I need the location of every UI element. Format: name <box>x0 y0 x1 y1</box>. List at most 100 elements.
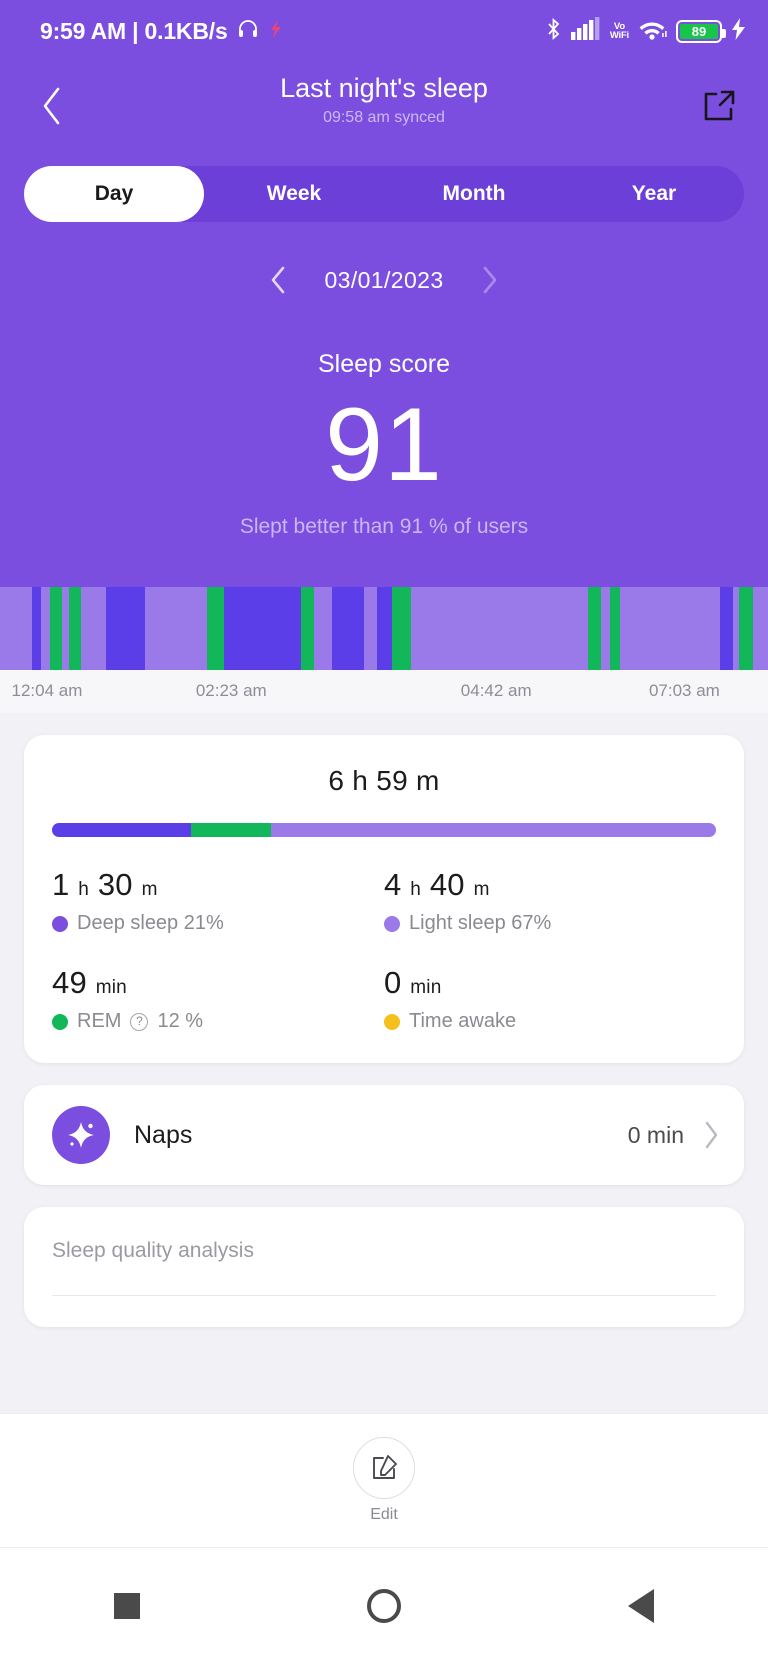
sleep-score-title: Sleep score <box>317 350 451 378</box>
hypnogram-segment-rem <box>739 587 754 670</box>
edit-bar[interactable]: Edit <box>0 1413 768 1547</box>
hypnogram-segment-rem <box>207 587 225 670</box>
naps-label: Naps <box>134 1120 193 1149</box>
sleep-stats-grid: 1 h 30 m Deep sleep 21% 4 h 40 m Light slee… <box>52 867 716 1033</box>
sleep-stage-bar <box>52 823 716 837</box>
hypnogram-segment-deep <box>31 587 41 670</box>
naps-value: 0 min <box>627 1121 684 1148</box>
app-bar: Last night's sleep 09:58 am synced <box>0 62 768 150</box>
back-button[interactable] <box>26 80 78 132</box>
sleep-stat: 0 min Time awake <box>384 965 716 1033</box>
total-sleep-time: 6 h 59 m <box>328 765 440 796</box>
hypnogram-segment-light <box>145 587 208 670</box>
tab-month[interactable]: Month <box>384 166 564 222</box>
naps-chevron-button[interactable] <box>702 1120 720 1150</box>
content-cards: 6 h 59 m 1 h 30 m Deep sleep 21% 4 h 40 m L… <box>0 713 768 1327</box>
edit-pencil-icon <box>373 1455 397 1479</box>
sleep-stat-label: Deep sleep 21% <box>52 912 384 935</box>
date-navigator: 03/01/2023 <box>0 264 768 296</box>
edit-button[interactable] <box>353 1437 415 1499</box>
app-bar-titles: Last night's sleep 09:58 am synced <box>0 70 768 127</box>
sleep-score-block: Sleep score 91 Slept better than 91 % of… <box>0 350 768 539</box>
sleep-stat-label-value: 12 % <box>157 1010 204 1032</box>
hypnogram-segment-deep <box>224 587 302 670</box>
sleep-quality-title: Sleep quality analysis <box>52 1239 254 1262</box>
sleep-stat-value: 49 min <box>52 965 127 1000</box>
tab-day[interactable]: Day <box>24 166 204 222</box>
sleep-stat: 49 min REM? 12 % <box>52 965 384 1033</box>
share-button[interactable] <box>696 83 742 129</box>
next-day-button[interactable] <box>474 264 506 296</box>
vowifi-line2: WiFi <box>609 30 629 41</box>
axis-tick-label: 02:23 am <box>195 681 267 700</box>
hypnogram-segment-light <box>600 587 611 670</box>
axis-tick-label: 07:03 am <box>648 681 720 700</box>
triangle-back-icon[interactable] <box>628 1589 655 1623</box>
hypnogram-bars <box>0 587 768 670</box>
hypnogram-segment-rem <box>50 587 62 670</box>
back-chevron-icon <box>43 87 60 125</box>
sleep-stat-value: 0 min <box>384 965 442 1000</box>
android-nav-bar <box>0 1547 768 1664</box>
hypnogram-segment-light <box>40 587 51 670</box>
hypnogram-segment-light <box>81 587 107 670</box>
sleep-stat-value: 1 h 30 m <box>52 867 158 902</box>
period-tabs-wrapper: Day Week Month Year <box>0 150 768 222</box>
sleep-stat: 1 h 30 m Deep sleep 21% <box>52 867 384 935</box>
charging-bolt-icon <box>731 17 746 45</box>
status-bar-left: 9:59 AM | 0.1KB/s <box>40 17 284 46</box>
axis-tick-label: 04:42 am <box>460 681 532 700</box>
circle-home-icon[interactable] <box>366 1589 401 1623</box>
battery-level: 89 <box>680 23 718 39</box>
stage-color-dot <box>384 1013 400 1030</box>
sleep-stat-label: REM? 12 % <box>52 1010 384 1033</box>
chevron-right-icon <box>483 266 496 294</box>
stage-color-dot <box>384 915 400 932</box>
stage-bar-segment-deep <box>52 823 192 837</box>
axis-tick-label: 12:04 am <box>11 681 83 700</box>
hypnogram-segment-deep <box>377 587 393 670</box>
stage-color-dot <box>52 1013 68 1030</box>
tab-year[interactable]: Year <box>564 166 744 222</box>
sleep-stat-value: 4 h 40 m <box>384 867 490 902</box>
hypnogram-segment-rem <box>301 587 314 670</box>
bluetooth-icon <box>545 17 562 46</box>
sleep-stat: 4 h 40 m Light sleep 67% <box>384 867 716 935</box>
stage-color-dot <box>52 915 68 932</box>
page-title: Last night's sleep <box>280 73 488 103</box>
info-question-icon[interactable]: ? <box>130 1012 149 1031</box>
sleep-stat-label-text: REM <box>77 1010 122 1032</box>
hypnogram-segment-deep <box>106 587 146 670</box>
hypnogram-segment-deep <box>331 587 365 670</box>
square-recents-icon[interactable] <box>113 1593 140 1619</box>
sleep-quality-analysis-card[interactable]: Sleep quality analysis <box>24 1207 744 1327</box>
sleep-stat-label-text: Time awake <box>409 1010 517 1032</box>
hypnogram-segment-light <box>364 587 378 670</box>
current-date: 03/01/2023 <box>324 266 444 293</box>
hypnogram-segment-deep <box>720 587 734 670</box>
hypnogram-segment-rem <box>588 587 601 670</box>
hypnogram-chart[interactable]: 12:04 am 02:23 am 04:42 am 07:03 am <box>0 587 768 713</box>
chevron-right-icon <box>705 1121 718 1149</box>
battery-icon: 89 <box>676 19 726 43</box>
sleep-score-value: 91 <box>325 387 443 503</box>
stage-bar-segment-light <box>271 823 716 837</box>
vowifi-icon: Vo WiFi <box>609 21 629 41</box>
hypnogram-segment-rem <box>68 587 82 670</box>
sleep-score-caption: Slept better than 91 % of users <box>239 515 529 538</box>
wifi-icon <box>638 17 667 45</box>
hypnogram-segment-rem <box>610 587 620 670</box>
hypnogram-segment-rem <box>392 587 412 670</box>
hypnogram-segment-light <box>313 587 332 670</box>
period-tabs: Day Week Month Year <box>24 166 744 222</box>
hypnogram-segment-light <box>753 587 768 670</box>
chevron-left-icon <box>272 266 285 294</box>
status-bar: 9:59 AM | 0.1KB/s Vo WiFi 89 <box>0 0 768 62</box>
headphone-icon <box>236 17 260 46</box>
stage-bar-segment-rem <box>191 823 272 837</box>
sleep-duration-card: 6 h 59 m 1 h 30 m Deep sleep 21% 4 h 40 m L… <box>24 735 744 1063</box>
naps-card[interactable]: Naps 0 min <box>24 1085 744 1185</box>
tab-week[interactable]: Week <box>204 166 384 222</box>
previous-day-button[interactable] <box>262 264 294 296</box>
hero-section: 9:59 AM | 0.1KB/s Vo WiFi 89 Last night'… <box>0 0 768 713</box>
